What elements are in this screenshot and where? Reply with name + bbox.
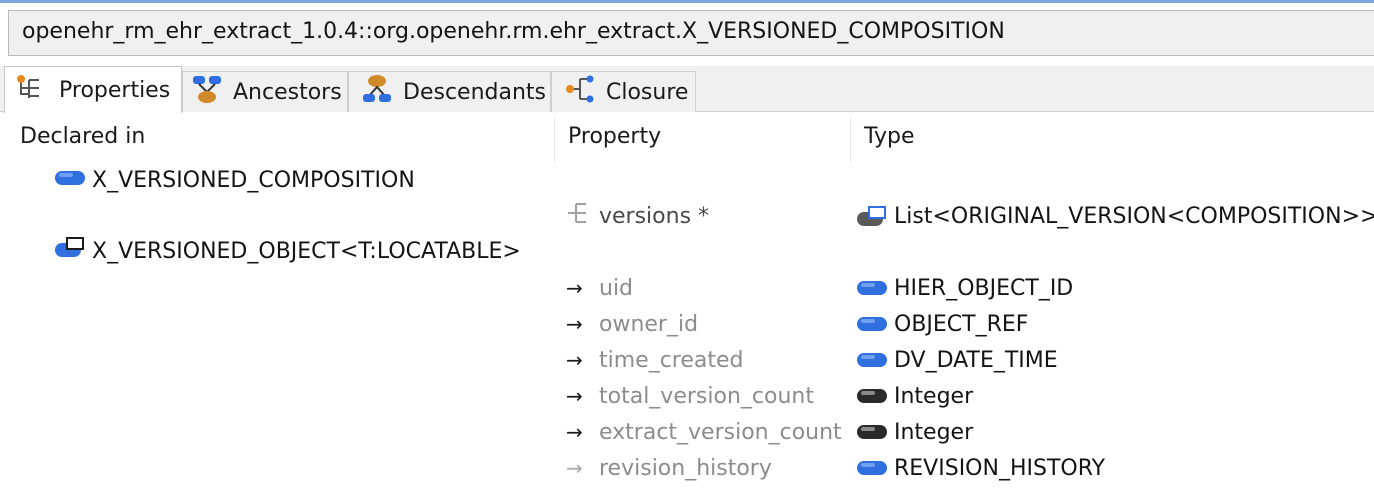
class-icon bbox=[54, 167, 86, 193]
property-row[interactable]: versions * bbox=[566, 202, 709, 230]
type-label: Integer bbox=[894, 383, 974, 409]
arrow-right-icon: → bbox=[566, 456, 583, 480]
tab-descendants[interactable]: Descendants bbox=[348, 71, 551, 112]
column-header-declared-in[interactable]: Declared in bbox=[20, 124, 145, 149]
tab-label: Descendants bbox=[403, 79, 546, 105]
declared-in-item[interactable]: X_VERSIONED_COMPOSITION bbox=[54, 166, 415, 194]
class-icon bbox=[856, 314, 888, 334]
container-icon bbox=[566, 201, 590, 231]
type-label: REVISION_HISTORY bbox=[894, 455, 1106, 481]
primitive-icon bbox=[856, 386, 888, 406]
property-row[interactable]: → extract_version_count bbox=[566, 418, 842, 446]
ancestors-icon bbox=[191, 74, 223, 110]
property-row[interactable]: → revision_history bbox=[566, 454, 772, 482]
primitive-icon bbox=[856, 422, 888, 442]
declared-in-label: X_VERSIONED_OBJECT<T:LOCATABLE> bbox=[92, 238, 521, 264]
type-cell[interactable]: REVISION_HISTORY bbox=[856, 454, 1105, 482]
window-top-border bbox=[0, 0, 1374, 3]
tab-label: Properties bbox=[59, 77, 171, 103]
column-divider[interactable] bbox=[554, 118, 555, 162]
tab-label: Ancestors bbox=[233, 79, 342, 105]
type-label: HIER_OBJECT_ID bbox=[894, 275, 1074, 301]
type-label: List<ORIGINAL_VERSION<COMPOSITION>> bbox=[894, 203, 1374, 229]
property-name: versions * bbox=[599, 203, 710, 229]
property-name: uid bbox=[599, 275, 634, 301]
generic-class-icon bbox=[54, 237, 86, 265]
column-divider[interactable] bbox=[850, 118, 851, 162]
type-label: DV_DATE_TIME bbox=[894, 347, 1058, 373]
property-row[interactable]: → uid bbox=[566, 274, 633, 302]
property-row[interactable]: → owner_id bbox=[566, 310, 698, 338]
arrow-right-icon: → bbox=[566, 384, 583, 408]
closure-icon bbox=[564, 74, 596, 110]
property-row[interactable]: → time_created bbox=[566, 346, 744, 374]
declared-in-label: X_VERSIONED_COMPOSITION bbox=[92, 167, 415, 193]
property-tree-icon bbox=[15, 74, 49, 106]
tab-ancestors[interactable]: Ancestors bbox=[182, 71, 348, 112]
class-icon bbox=[856, 278, 888, 298]
declared-in-item[interactable]: X_VERSIONED_OBJECT<T:LOCATABLE> bbox=[54, 237, 521, 265]
property-name: time_created bbox=[599, 347, 744, 373]
arrow-right-icon: → bbox=[566, 312, 583, 336]
type-cell[interactable]: Integer bbox=[856, 382, 973, 410]
type-cell[interactable]: HIER_OBJECT_ID bbox=[856, 274, 1073, 302]
property-name: owner_id bbox=[599, 311, 699, 337]
type-label: Integer bbox=[894, 419, 974, 445]
property-name: extract_version_count bbox=[599, 419, 842, 445]
class-icon bbox=[856, 350, 888, 370]
arrow-right-icon: → bbox=[566, 348, 583, 372]
property-name: total_version_count bbox=[599, 383, 814, 409]
class-icon bbox=[856, 458, 888, 478]
property-row[interactable]: → total_version_count bbox=[566, 382, 814, 410]
tab-label: Closure bbox=[606, 79, 689, 105]
type-cell[interactable]: List<ORIGINAL_VERSION<COMPOSITION>> bbox=[856, 202, 1374, 230]
tab-properties[interactable]: Properties bbox=[4, 66, 182, 113]
tab-closure[interactable]: Closure bbox=[551, 71, 696, 112]
tab-strip: Properties Ancestors Descendants Closure bbox=[0, 66, 1374, 113]
column-header-property[interactable]: Property bbox=[568, 124, 661, 149]
column-header-type[interactable]: Type bbox=[864, 124, 915, 149]
type-cell[interactable]: Integer bbox=[856, 418, 973, 446]
generic-type-icon bbox=[856, 206, 888, 226]
class-path-title: openehr_rm_ehr_extract_1.0.4::org.openeh… bbox=[8, 10, 1374, 56]
arrow-right-icon: → bbox=[566, 276, 583, 300]
type-label: OBJECT_REF bbox=[894, 311, 1029, 337]
type-cell[interactable]: OBJECT_REF bbox=[856, 310, 1028, 338]
type-cell[interactable]: DV_DATE_TIME bbox=[856, 346, 1058, 374]
property-name: revision_history bbox=[599, 455, 772, 481]
descendants-icon bbox=[361, 74, 393, 110]
arrow-right-icon: → bbox=[566, 420, 583, 444]
